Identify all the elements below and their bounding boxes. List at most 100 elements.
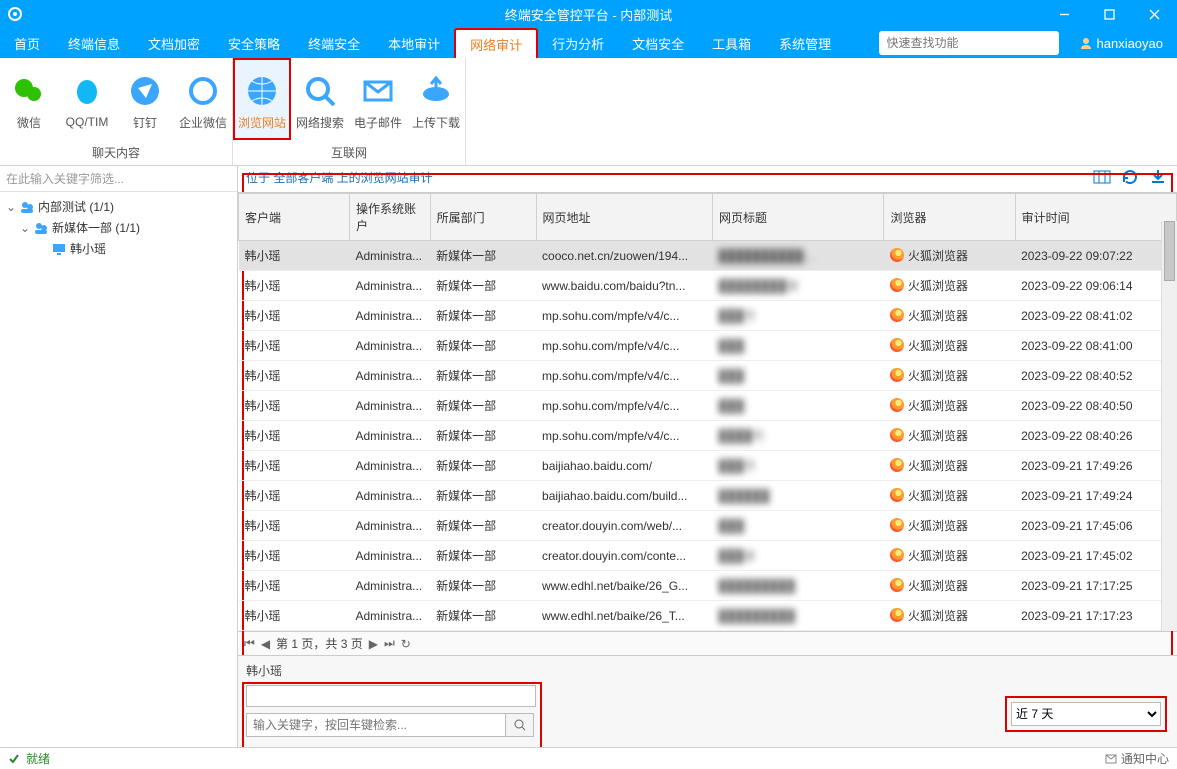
pager-text: 第 1 页，共 3 页 bbox=[276, 635, 363, 652]
notification-center-link[interactable]: 通知中心 bbox=[1121, 750, 1169, 767]
menu-item-5[interactable]: 本地审计 bbox=[374, 28, 454, 58]
menu-item-2[interactable]: 文档加密 bbox=[134, 28, 214, 58]
table-row[interactable]: 韩小瑶Administra...新媒体一部creator.douyin.com/… bbox=[239, 511, 1177, 541]
table-row[interactable]: 韩小瑶Administra...新媒体一部mp.sohu.com/mpfe/v4… bbox=[239, 301, 1177, 331]
table-row[interactable]: 韩小瑶Administra...新媒体一部www.edhl.net/baike/… bbox=[239, 571, 1177, 601]
col-header[interactable]: 网页标题 bbox=[713, 194, 884, 241]
wecom-icon bbox=[186, 74, 220, 108]
close-button[interactable] bbox=[1132, 0, 1177, 28]
col-header[interactable]: 客户端 bbox=[239, 194, 350, 241]
menu-item-8[interactable]: 文档安全 bbox=[618, 28, 698, 58]
ribbon-email-button[interactable]: 电子邮件 bbox=[349, 58, 407, 140]
menu-item-0[interactable]: 首页 bbox=[0, 28, 54, 58]
menu-item-6[interactable]: 网络审计 bbox=[454, 28, 538, 58]
columns-icon[interactable] bbox=[1093, 168, 1111, 186]
pager-first-button[interactable]: ⏮ bbox=[244, 636, 255, 651]
firefox-icon bbox=[890, 308, 904, 322]
tree-node-2[interactable]: 韩小瑶 bbox=[2, 238, 235, 259]
email-icon bbox=[361, 74, 395, 108]
pager-prev-button[interactable]: ◀ bbox=[261, 637, 270, 651]
menu-search[interactable] bbox=[879, 31, 1059, 55]
ribbon-group-label: 互联网 bbox=[233, 140, 465, 165]
wechat-icon bbox=[12, 74, 46, 108]
detail-name: 韩小瑶 bbox=[246, 662, 1169, 679]
firefox-icon bbox=[890, 428, 904, 442]
breadcrumb: 位于 全部客户端 上的浏览网站审计 bbox=[238, 166, 1177, 186]
menu-item-9[interactable]: 工具箱 bbox=[698, 28, 765, 58]
maximize-button[interactable] bbox=[1087, 0, 1132, 28]
pager-next-button[interactable]: ▶ bbox=[369, 637, 378, 651]
panel-tools bbox=[1093, 168, 1167, 186]
status-ok-icon bbox=[8, 753, 20, 765]
firefox-icon bbox=[890, 608, 904, 622]
pager: ⏮ ◀ 第 1 页，共 3 页 ▶ ⏭ ↻ bbox=[238, 631, 1177, 655]
ribbon-wecom-button[interactable]: 企业微信 bbox=[174, 58, 232, 140]
table-row[interactable]: 韩小瑶Administra...新媒体一部www.edhl.net/baike/… bbox=[239, 601, 1177, 631]
col-header[interactable]: 所属部门 bbox=[430, 194, 536, 241]
ribbon: 微信QQ/TIM钉钉企业微信聊天内容浏览网站网络搜索电子邮件上传下载互联网 bbox=[0, 58, 1177, 166]
menu-item-3[interactable]: 安全策略 bbox=[214, 28, 294, 58]
ribbon-dingtalk-button[interactable]: 钉钉 bbox=[116, 58, 174, 140]
ribbon-group-label: 聊天内容 bbox=[0, 140, 232, 165]
export-icon[interactable] bbox=[1149, 168, 1167, 186]
table-row[interactable]: 韩小瑶Administra...新媒体一部cooco.net.cn/zuowen… bbox=[239, 241, 1177, 271]
websearch-icon bbox=[303, 74, 337, 108]
ribbon-upload-button[interactable]: 上传下载 bbox=[407, 58, 465, 140]
menu-item-10[interactable]: 系统管理 bbox=[765, 28, 845, 58]
table-row[interactable]: 韩小瑶Administra...新媒体一部baijiahao.baidu.com… bbox=[239, 451, 1177, 481]
tree-filter-input[interactable]: 在此输入关键字筛选... bbox=[0, 166, 237, 192]
upload-icon bbox=[419, 74, 453, 108]
col-header[interactable]: 网页地址 bbox=[536, 194, 713, 241]
mail-icon bbox=[1105, 753, 1117, 765]
firefox-icon bbox=[890, 578, 904, 592]
col-header[interactable]: 浏览器 bbox=[884, 194, 1015, 241]
vertical-scrollbar[interactable] bbox=[1161, 221, 1177, 631]
audit-table: 客户端操作系统账户所属部门网页地址网页标题浏览器审计时间 韩小瑶Administ… bbox=[238, 193, 1177, 631]
firefox-icon bbox=[890, 278, 904, 292]
highlight-box bbox=[242, 682, 542, 752]
qq-icon bbox=[70, 75, 104, 109]
user-menu[interactable]: hanxiaoyao bbox=[1065, 28, 1177, 58]
tree-node-1[interactable]: ⌄新媒体一部 (1/1) bbox=[2, 217, 235, 238]
dingtalk-icon bbox=[128, 74, 162, 108]
titlebar: 终端安全管控平台 - 内部测试 bbox=[0, 0, 1177, 28]
pager-last-button[interactable]: ⏭ bbox=[384, 636, 395, 651]
menu-item-4[interactable]: 终端安全 bbox=[294, 28, 374, 58]
minimize-button[interactable] bbox=[1042, 0, 1087, 28]
table-row[interactable]: 韩小瑶Administra...新媒体一部www.baidu.com/baidu… bbox=[239, 271, 1177, 301]
firefox-icon bbox=[890, 488, 904, 502]
ribbon-browse-button[interactable]: 浏览网站 bbox=[233, 58, 291, 140]
main-menu: 首页终端信息文档加密安全策略终端安全本地审计网络审计行为分析文档安全工具箱系统管… bbox=[0, 28, 1177, 58]
table-row[interactable]: 韩小瑶Administra...新媒体一部baijiahao.baidu.com… bbox=[239, 481, 1177, 511]
sidebar: 在此输入关键字筛选... ⌄内部测试 (1/1)⌄新媒体一部 (1/1)韩小瑶 bbox=[0, 166, 238, 747]
table-row[interactable]: 韩小瑶Administra...新媒体一部mp.sohu.com/mpfe/v4… bbox=[239, 361, 1177, 391]
browse-icon bbox=[245, 74, 279, 108]
firefox-icon bbox=[890, 548, 904, 562]
app-logo-icon bbox=[8, 7, 22, 21]
main-panel: 位于 全部客户端 上的浏览网站审计 客户端操作系统账户所属部门网页地址网页标题浏… bbox=[238, 166, 1177, 747]
table-row[interactable]: 韩小瑶Administra...新媒体一部creator.douyin.com/… bbox=[239, 541, 1177, 571]
table-row[interactable]: 韩小瑶Administra...新媒体一部mp.sohu.com/mpfe/v4… bbox=[239, 331, 1177, 361]
date-range-select[interactable]: 近 7 天 bbox=[1011, 702, 1161, 726]
ribbon-wechat-button[interactable]: 微信 bbox=[0, 58, 58, 140]
firefox-icon bbox=[890, 248, 904, 262]
window-title: 终端安全管控平台 - 内部测试 bbox=[505, 5, 673, 24]
ribbon-websearch-button[interactable]: 网络搜索 bbox=[291, 58, 349, 140]
table-row[interactable]: 韩小瑶Administra...新媒体一部mp.sohu.com/mpfe/v4… bbox=[239, 421, 1177, 451]
firefox-icon bbox=[890, 458, 904, 472]
ribbon-qq-button[interactable]: QQ/TIM bbox=[58, 58, 116, 140]
table-row[interactable]: 韩小瑶Administra...新媒体一部mp.sohu.com/mpfe/v4… bbox=[239, 391, 1177, 421]
col-header[interactable]: 操作系统账户 bbox=[349, 194, 430, 241]
detail-panel: 韩小瑶 近 7 天 bbox=[238, 655, 1177, 747]
status-text: 就绪 bbox=[26, 750, 50, 767]
pager-refresh-button[interactable]: ↻ bbox=[401, 637, 411, 651]
col-header[interactable]: 审计时间 bbox=[1015, 194, 1176, 241]
statusbar: 就绪 通知中心 bbox=[0, 747, 1177, 769]
firefox-icon bbox=[890, 518, 904, 532]
firefox-icon bbox=[890, 338, 904, 352]
refresh-icon[interactable] bbox=[1121, 168, 1139, 186]
firefox-icon bbox=[890, 368, 904, 382]
tree-node-0[interactable]: ⌄内部测试 (1/1) bbox=[2, 196, 235, 217]
menu-item-1[interactable]: 终端信息 bbox=[54, 28, 134, 58]
menu-item-7[interactable]: 行为分析 bbox=[538, 28, 618, 58]
